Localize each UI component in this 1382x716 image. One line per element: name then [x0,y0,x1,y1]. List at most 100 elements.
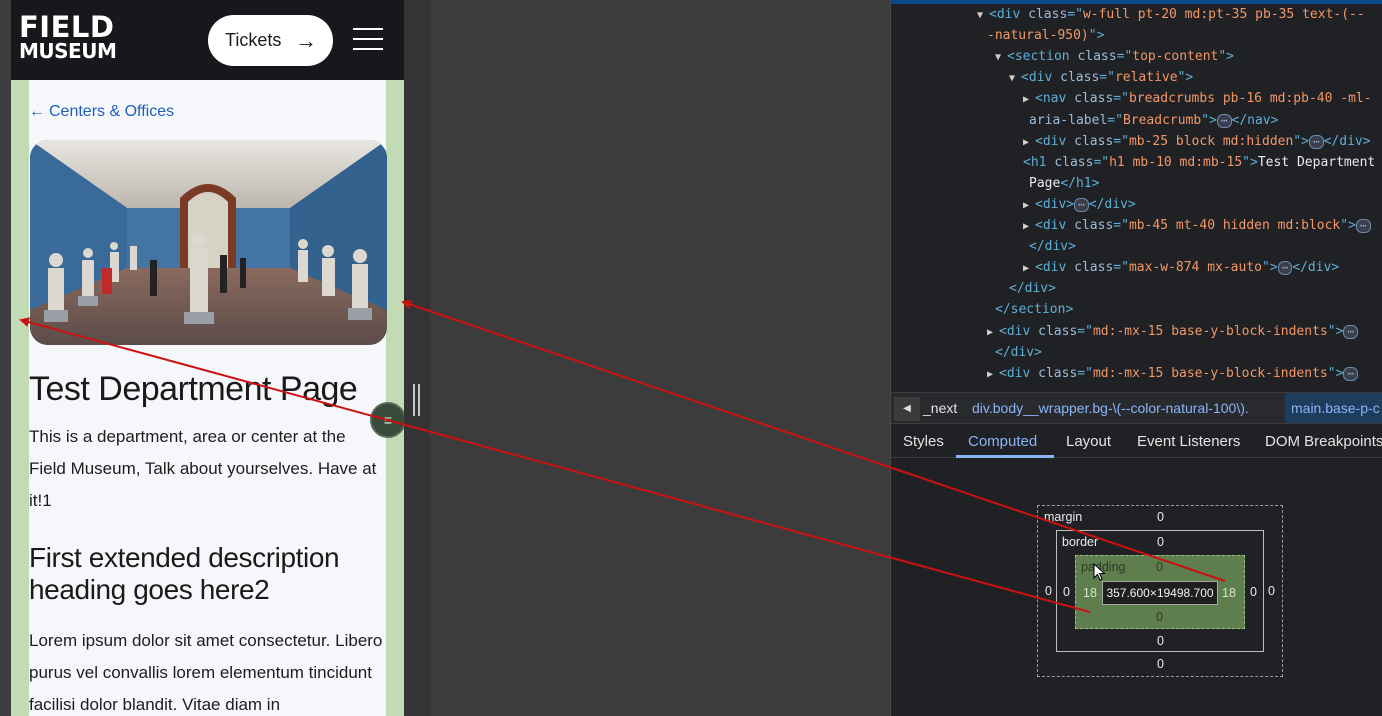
collapsed-triangle-icon[interactable]: ▶ [987,322,999,343]
field-museum-logo[interactable]: FIELD MUSEUM [19,10,117,64]
dom-node-line[interactable]: -natural-950)"> [987,25,1104,46]
dom-token: w-full pt-20 md:pt-35 pb-35 text-(-- [1082,7,1365,22]
tab-layout[interactable]: Layout [1066,433,1111,450]
expanded-triangle-icon[interactable]: ▼ [977,5,989,26]
ellipsis-icon[interactable]: ⋯ [1074,197,1089,212]
dom-token: <div [1035,133,1075,149]
dom-node-line[interactable]: ▶ <div class="mb-25 block md:hidden"> ⋯ </d… [1023,131,1371,152]
dom-token: mb-45 mt-40 hidden md:block [1128,218,1341,233]
ellipsis-icon[interactable]: ⋯ [1216,113,1232,128]
dom-token: "> [1201,112,1217,128]
tickets-label: Tickets [225,30,282,50]
dom-token: </div> [1088,196,1136,212]
section-heading: First extended description heading goes … [29,542,340,605]
dom-token: class [1054,154,1094,170]
breadcrumb-body-wrapper[interactable]: div.body__wrapper.bg-\(--color-natural-1… [972,400,1249,416]
expanded-triangle-icon[interactable]: ▼ [995,47,1007,68]
dom-token: <div [989,7,1029,22]
collapsed-triangle-icon[interactable]: ▶ [1023,258,1035,279]
dom-token: =" [1067,7,1083,22]
logo-line-1: FIELD [19,10,115,44]
dom-node-line[interactable]: ▼ <div class="w-full pt-20 md:pt-35 pb-35… [977,4,1365,25]
tab-event-listeners[interactable]: Event Listeners [1137,433,1240,450]
box-model-content-size[interactable]: 357.600×19498.700 [1102,581,1218,605]
border-right-value: 0 [1250,585,1257,599]
dom-node-line[interactable]: Page</h1> [1029,173,1099,194]
collapsed-triangle-icon[interactable]: ▶ [1023,132,1035,153]
padding-highlight-right [386,80,404,716]
collapsed-triangle-icon[interactable]: ▶ [1023,195,1035,216]
dom-node-line[interactable]: ▶ <div class="md:-mx-15 base-y-block-inde… [987,363,1359,385]
padding-top-value: 0 [1156,560,1163,574]
dom-node-line[interactable]: </div> [995,342,1042,363]
collapsed-triangle-icon[interactable]: ▶ [1023,216,1035,237]
dom-token: =" [1077,323,1093,339]
dom-node-line[interactable]: </div> [1029,236,1076,257]
dom-node-line[interactable]: ▶ <nav class="breadcrumbs pb-16 md:pb-40 … [1023,88,1372,109]
ellipsis-icon[interactable]: ⋯ [1355,219,1371,233]
margin-label: margin [1044,510,1083,524]
ellipsis-icon[interactable]: ⋯ [1277,261,1293,276]
box-model-border[interactable]: border 0 0 0 0 padding 0 18 18 0 357.600… [1056,530,1264,652]
dom-token: relative [1114,70,1178,86]
dom-node-line[interactable]: aria-label="Breadcrumb"> ⋯ </nav> [1029,110,1278,131]
mouse-cursor-icon [1093,563,1106,581]
box-model-margin[interactable]: margin 0 0 0 0 border 0 0 0 0 padding 0 … [1037,505,1283,677]
dom-node-line[interactable]: ▶ <div> ⋯ </div> [1023,194,1136,215]
dom-token: </section> [995,302,1074,318]
dom-token: class [1038,365,1078,381]
dom-node-line[interactable]: <h1 class="h1 mb-10 md:mb-15">Test Depar… [1023,152,1375,173]
dom-node-line[interactable]: </div> [1009,278,1056,299]
margin-left-value: 0 [1045,584,1052,598]
dom-token: "> [1340,218,1356,233]
logo-line-2: MUSEUM [19,39,117,64]
scroll-left-icon[interactable]: ◀ [894,397,920,421]
breadcrumb-main[interactable]: main.base-p-c [1285,393,1382,423]
dom-token: <h1 [1023,154,1055,170]
dom-token: </nav> [1231,112,1279,128]
dom-token: "> [1088,28,1105,44]
dom-node-line[interactable]: </section> [995,299,1073,320]
hamburger-menu-icon[interactable] [353,28,383,50]
tickets-button[interactable]: Tickets → [208,15,333,66]
dom-token: class [1077,49,1117,65]
dom-token: </div> [1323,133,1371,149]
breadcrumb-next[interactable]: _next [923,400,957,416]
dom-node-line[interactable]: ▶ <div class="max-w-874 mx-auto"> ⋯ </div> [1023,257,1339,278]
expanded-triangle-icon[interactable]: ▼ [1009,68,1021,89]
elements-tree[interactable]: ▼ <div class="w-full pt-20 md:pt-35 pb-35… [891,0,1382,392]
dom-token: </h1> [1060,175,1100,191]
dom-node-line[interactable]: ▼ <section class="top-content"> [995,46,1234,67]
border-label: border [1062,535,1099,549]
dom-token: class [1074,218,1114,233]
dom-token: <div [1035,260,1075,276]
tab-dom-breakpoints[interactable]: DOM Breakpoints [1265,433,1382,450]
ellipsis-icon[interactable]: ⋯ [1343,324,1359,339]
dom-token: top-content [1132,49,1219,65]
dom-node-line[interactable]: ▶ <div class="md:-mx-15 base-y-block-inde… [987,321,1359,343]
dom-token: <div> [1035,196,1075,212]
margin-top-value: 0 [1157,510,1164,524]
dom-token: <div [999,323,1039,339]
dom-node-line[interactable]: ▼ <div class="relative"> [1009,67,1193,88]
dom-token: md:-mx-15 base-y-block-indents [1092,323,1328,339]
ellipsis-icon[interactable]: ⋯ [1343,366,1359,381]
tab-computed[interactable]: Computed [968,433,1037,450]
ellipsis-icon[interactable]: ⋯ [1308,134,1324,149]
padding-highlight-left [11,80,29,716]
devtools-panel: ▼ <div class="w-full pt-20 md:pt-35 pb-35… [890,0,1382,716]
breadcrumb-back-link[interactable]: ← Centers & Offices [29,103,174,121]
dom-token: <div [999,365,1039,381]
dom-token: =" [1077,365,1093,381]
dom-token: "> [1218,49,1234,65]
border-left-value: 0 [1063,585,1070,599]
dom-node-line[interactable]: ▶ <div class="mb-45 mt-40 hidden md:block… [1023,215,1371,236]
dom-token: <section [1007,49,1078,65]
dom-token: "> [1293,133,1309,149]
floating-toolbar-button[interactable]: ≡ [370,402,406,438]
tab-styles[interactable]: Styles [903,433,944,450]
dom-token: mb-25 block md:hidden [1128,133,1294,149]
collapsed-triangle-icon[interactable]: ▶ [1023,89,1035,110]
resize-handle[interactable] [413,384,421,416]
collapsed-triangle-icon[interactable]: ▶ [987,364,999,385]
